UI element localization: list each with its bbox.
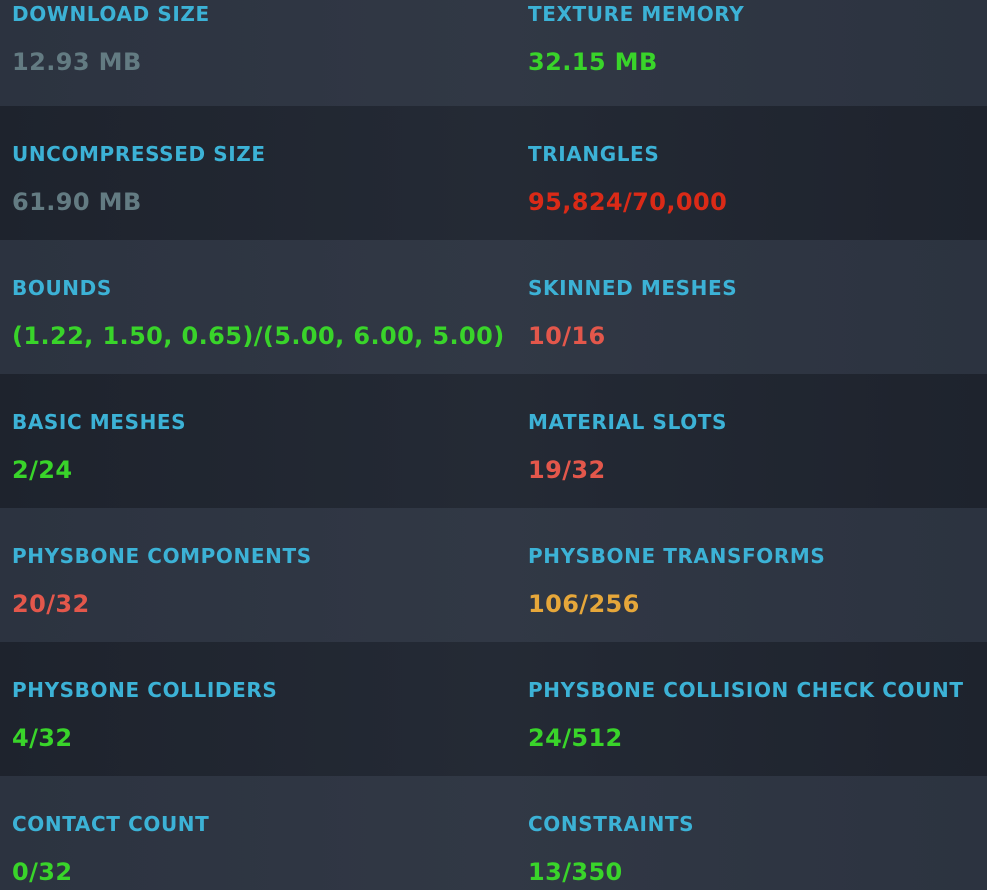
stat-label: UNCOMPRESSED SIZE: [12, 142, 266, 166]
stat-row-physbone-components-transforms: PHYSBONE COMPONENTS 20/32 PHYSBONE TRANS…: [0, 508, 987, 642]
stat-value: 106/256: [528, 590, 640, 618]
stat-value: 24/512: [528, 724, 623, 752]
stat-value: 12.93 MB: [12, 48, 142, 76]
stat-label: MATERIAL SLOTS: [528, 410, 728, 434]
stat-value: 4/32: [12, 724, 73, 752]
stat-value: (1.22, 1.50, 0.65)/(5.00, 6.00, 5.00): [12, 322, 505, 350]
stat-basic-meshes: BASIC MESHES 2/24: [0, 374, 516, 508]
stat-triangles: TRIANGLES 95,824/70,000: [516, 106, 987, 240]
stat-label: PHYSBONE COLLISION CHECK COUNT: [528, 678, 964, 702]
stat-skinned-meshes: SKINNED MESHES 10/16: [516, 240, 987, 374]
stat-label: CONSTRAINTS: [528, 812, 695, 836]
stat-uncompressed-size: UNCOMPRESSED SIZE 61.90 MB: [0, 106, 516, 240]
stat-material-slots: MATERIAL SLOTS 19/32: [516, 374, 987, 508]
stat-value: 2/24: [12, 456, 73, 484]
stat-label: BASIC MESHES: [12, 410, 187, 434]
stat-label: TEXTURE MEMORY: [528, 2, 745, 26]
stat-texture-memory: TEXTURE MEMORY 32.15 MB: [516, 0, 987, 106]
stat-label: PHYSBONE TRANSFORMS: [528, 544, 826, 568]
stat-value: 0/32: [12, 858, 73, 886]
stat-value: 20/32: [12, 590, 90, 618]
stat-row-bounds-skinned: BOUNDS (1.22, 1.50, 0.65)/(5.00, 6.00, 5…: [0, 240, 987, 374]
stat-label: TRIANGLES: [528, 142, 660, 166]
stat-label: PHYSBONE COMPONENTS: [12, 544, 312, 568]
stat-row-download-texture: DOWNLOAD SIZE 12.93 MB TEXTURE MEMORY 32…: [0, 0, 987, 106]
stat-value: 61.90 MB: [12, 188, 142, 216]
stat-constraints: CONSTRAINTS 13/350: [516, 776, 987, 890]
stat-value: 32.15 MB: [528, 48, 658, 76]
stat-row-physbone-colliders-checks: PHYSBONE COLLIDERS 4/32 PHYSBONE COLLISI…: [0, 642, 987, 776]
stat-value: 95,824/70,000: [528, 188, 728, 216]
stat-row-basic-material: BASIC MESHES 2/24 MATERIAL SLOTS 19/32: [0, 374, 987, 508]
stat-contact-count: CONTACT COUNT 0/32: [0, 776, 516, 890]
stat-value: 10/16: [528, 322, 606, 350]
stat-value: 19/32: [528, 456, 606, 484]
stat-label: CONTACT COUNT: [12, 812, 210, 836]
performance-stats-panel: DOWNLOAD SIZE 12.93 MB TEXTURE MEMORY 32…: [0, 0, 987, 890]
stat-physbone-collision-check-count: PHYSBONE COLLISION CHECK COUNT 24/512: [516, 642, 987, 776]
stat-download-size: DOWNLOAD SIZE 12.93 MB: [0, 0, 516, 106]
stat-physbone-colliders: PHYSBONE COLLIDERS 4/32: [0, 642, 516, 776]
stat-physbone-transforms: PHYSBONE TRANSFORMS 106/256: [516, 508, 987, 642]
stat-label: DOWNLOAD SIZE: [12, 2, 210, 26]
stat-label: PHYSBONE COLLIDERS: [12, 678, 278, 702]
stat-label: BOUNDS: [12, 276, 112, 300]
stat-row-uncompressed-triangles: UNCOMPRESSED SIZE 61.90 MB TRIANGLES 95,…: [0, 106, 987, 240]
stat-row-contact-constraints: CONTACT COUNT 0/32 CONSTRAINTS 13/350: [0, 776, 987, 890]
stat-bounds: BOUNDS (1.22, 1.50, 0.65)/(5.00, 6.00, 5…: [0, 240, 516, 374]
stat-physbone-components: PHYSBONE COMPONENTS 20/32: [0, 508, 516, 642]
stat-value: 13/350: [528, 858, 623, 886]
stat-label: SKINNED MESHES: [528, 276, 738, 300]
